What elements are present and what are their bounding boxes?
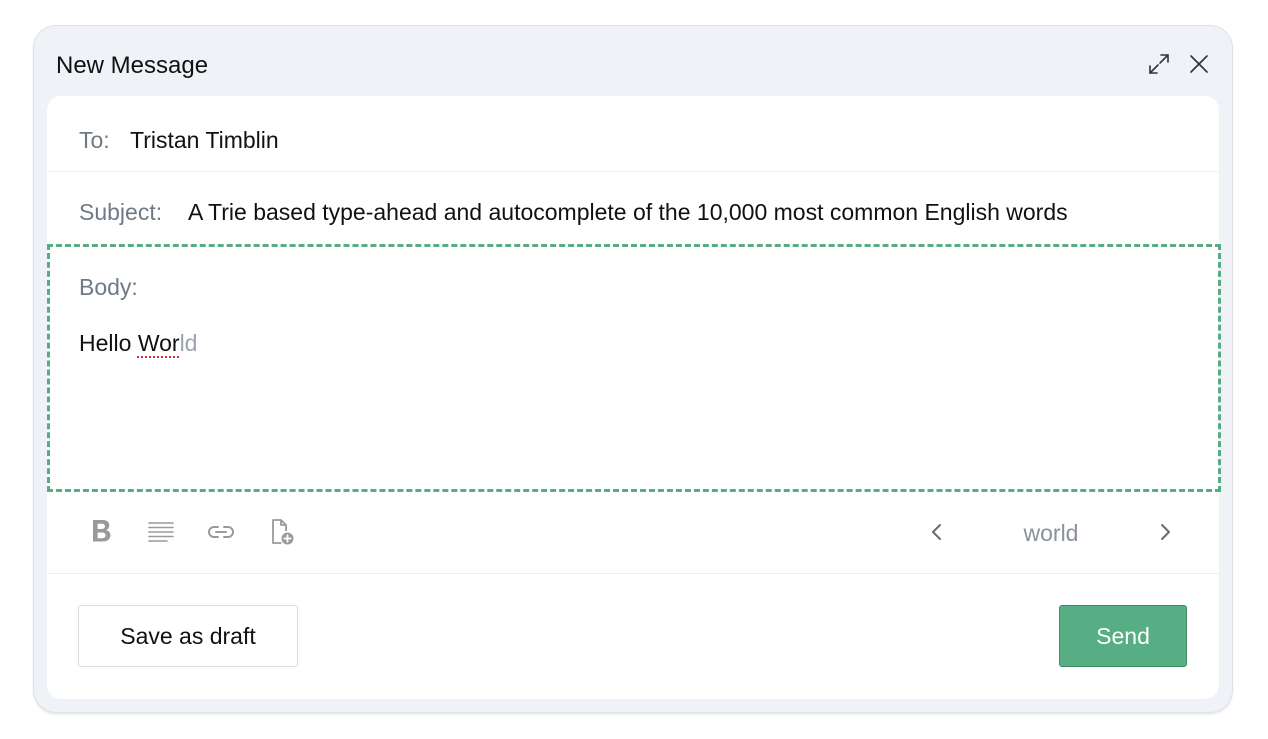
bold-icon[interactable] <box>85 516 117 548</box>
subject-label: Subject: <box>79 199 163 225</box>
save-draft-button[interactable]: Save as draft <box>78 605 298 667</box>
body-text-before: Hello <box>79 330 138 356</box>
link-icon[interactable] <box>205 516 237 548</box>
suggestion-word[interactable]: world <box>971 520 1131 547</box>
to-label: To: <box>79 127 110 153</box>
format-toolbar: world <box>47 496 1219 574</box>
current-word: Wor <box>137 330 180 356</box>
body-text[interactable]: Hello World <box>79 330 197 357</box>
align-justify-icon[interactable] <box>145 516 177 548</box>
subject-field[interactable]: Subject: A Trie based type-ahead and aut… <box>47 172 1219 242</box>
compose-window: New Message To: Tristan Timblin Subject:… <box>34 26 1232 712</box>
body-label: Body: <box>79 274 138 300</box>
chevron-right-icon[interactable] <box>1153 520 1177 544</box>
attach-file-icon[interactable] <box>265 516 297 548</box>
subject-value[interactable]: A Trie based type-ahead and autocomplete… <box>188 199 1068 226</box>
send-button[interactable]: Send <box>1059 605 1187 667</box>
to-value[interactable]: Tristan Timblin <box>130 127 279 154</box>
expand-icon[interactable] <box>1147 52 1171 76</box>
chevron-left-icon[interactable] <box>925 520 949 544</box>
window-title: New Message <box>56 52 209 79</box>
close-icon[interactable] <box>1187 52 1211 76</box>
compose-card: To: Tristan Timblin Subject: A Trie base… <box>47 96 1221 699</box>
autocomplete-ghost: ld <box>179 330 198 356</box>
body-editor[interactable]: Body: Hello World <box>47 244 1221 492</box>
to-field[interactable]: To: Tristan Timblin <box>47 96 1219 172</box>
